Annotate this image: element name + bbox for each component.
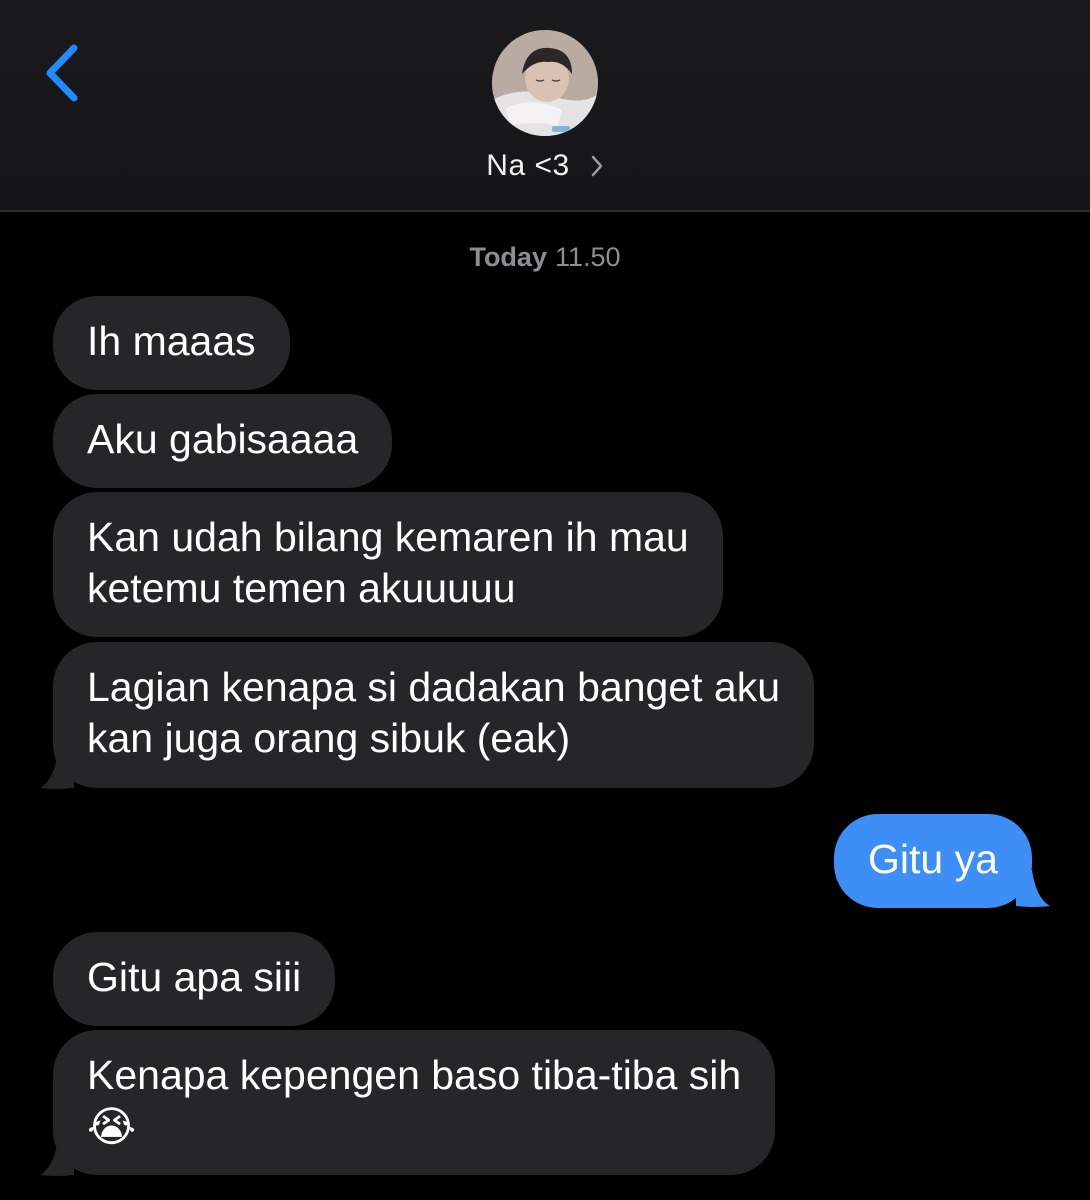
message-text: Gitu apa siii [87,954,302,1000]
message-text-line: Kan udah bilang kemaren ih mau [87,514,689,560]
message-text-line: Lagian kenapa si dadakan banget aku [87,664,781,710]
contact-name: Na <3 [486,149,570,182]
message-bubble-received[interactable]: Kan udah bilang kemaren ih mau ketemu te… [53,492,723,637]
message-bubble-received[interactable]: Ih maaas [53,296,290,390]
contact-name-button[interactable]: Na <3 [0,146,1090,186]
message-text: Gitu ya [868,836,998,882]
timestamp-day: Today [469,242,547,272]
bubble-tail [40,1139,74,1176]
message-text-line: kan juga orang sibuk (eak) [87,715,571,761]
thread-timestamp: Today 11.50 [0,242,1090,273]
message-bubble-received[interactable]: Lagian kenapa si dadakan banget aku kan … [53,642,815,788]
message-text-line: Kenapa kepengen baso tiba-tiba sih [87,1052,742,1098]
message-bubble-sent[interactable]: Gitu ya [834,814,1032,908]
bubble-tail [1016,870,1050,907]
message-text: Ih maaas [87,318,256,364]
bubble-tail [40,752,74,789]
conversation-header: Na <3 [0,0,1090,212]
message-text-line: ketemu temen akuuuuu [87,565,516,611]
contact-avatar[interactable] [492,30,598,136]
timestamp-time: 11.50 [554,242,621,272]
chevron-left-icon [46,44,78,102]
chevron-right-icon [590,154,604,178]
message-bubble-received[interactable]: Gitu apa siii [53,932,336,1026]
contact-avatar-photo [492,30,598,136]
crying-face-emoji: 😭 [87,1102,137,1151]
message-bubble-received[interactable]: Kenapa kepengen baso tiba-tiba sih 😭 [53,1030,776,1175]
back-button[interactable] [36,40,88,106]
message-text: Aku gabisaaaa [87,416,359,462]
message-bubble-received[interactable]: Aku gabisaaaa [53,394,393,488]
